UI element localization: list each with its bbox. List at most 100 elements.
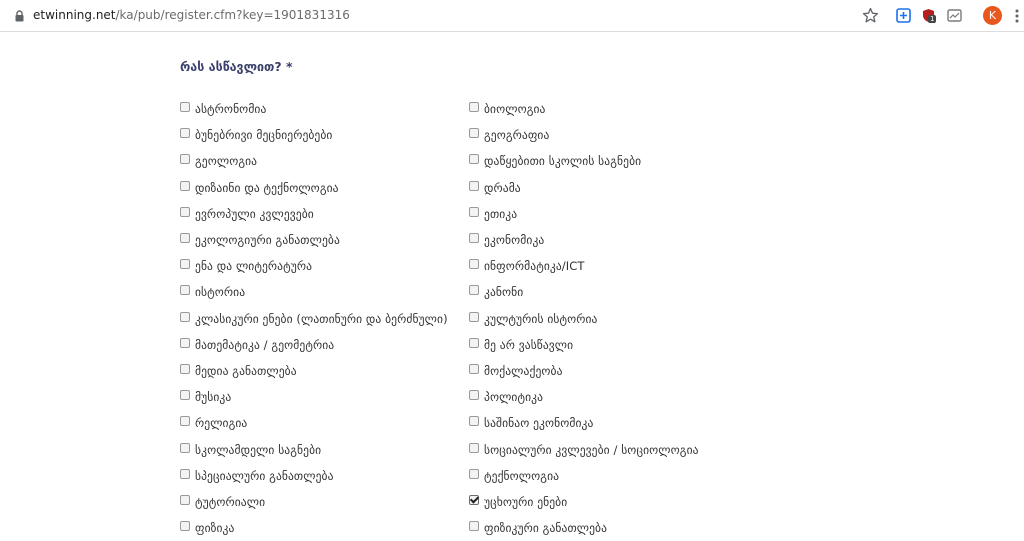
subject-option[interactable]: ტექნოლოგია [469, 463, 699, 489]
kebab-menu-icon[interactable] [1015, 9, 1019, 23]
subject-checkbox[interactable] [469, 285, 479, 296]
subject-label: მოქალაქეობა [484, 363, 563, 378]
subject-checkbox[interactable] [180, 337, 190, 348]
subject-option[interactable]: მედია განათლება [180, 358, 448, 384]
subject-checkbox[interactable] [469, 494, 479, 505]
subject-option[interactable]: დაწყებითი სკოლის საგნები [469, 148, 699, 174]
subject-checkbox[interactable] [469, 442, 479, 453]
subject-checkbox[interactable] [180, 206, 190, 217]
options-column-left: ასტრონომია ბუნებრივი მეცნიერებები გეოლოგია… [180, 96, 448, 541]
subject-checkbox[interactable] [469, 311, 479, 322]
subject-option[interactable]: ტუტორიალი [180, 489, 448, 515]
subject-label: ბიოლოგია [484, 102, 546, 117]
subject-option[interactable]: ენა და ლიტერატურა [180, 253, 448, 279]
subject-option[interactable]: ეკონომიკა [469, 227, 699, 253]
subject-option[interactable]: გეოლოგია [180, 148, 448, 174]
subject-checkbox[interactable] [469, 180, 479, 191]
subject-option[interactable]: ბიოლოგია [469, 96, 699, 122]
extension-badge: 1 [928, 15, 937, 23]
subject-checkbox[interactable] [180, 390, 190, 401]
subject-checkbox[interactable] [469, 337, 479, 348]
subject-checkbox[interactable] [469, 390, 479, 401]
subject-label: ფიზიკა [195, 521, 235, 536]
subject-checkbox[interactable] [180, 180, 190, 191]
subject-label: პოლიტიკა [484, 390, 544, 405]
subject-option[interactable]: ეთიკა [469, 201, 699, 227]
subject-label: მათემატიკა / გეომეტრია [195, 337, 335, 352]
subject-checkbox[interactable] [180, 259, 190, 270]
subject-checkbox[interactable] [180, 416, 190, 427]
subject-option[interactable]: კულტურის ისტორია [469, 306, 699, 332]
subject-label: ფიზიკური განათლება [484, 521, 608, 536]
options-column-right: ბიოლოგია გეოგრაფია დაწყებითი სკოლის საგნებ… [469, 96, 699, 541]
subject-option[interactable]: ფიზიკა [180, 515, 448, 541]
subject-option[interactable]: კანონი [469, 279, 699, 305]
subject-checkbox[interactable] [469, 233, 479, 244]
subject-option[interactable]: ევროპული კვლევები [180, 201, 448, 227]
subject-label: სოციალური კვლევები / სოციოლოგია [484, 442, 699, 457]
subject-checkbox[interactable] [180, 521, 190, 532]
address-bar[interactable]: etwinning.net/ka/pub/register.cfm?key=19… [33, 8, 350, 22]
subject-checkbox[interactable] [469, 102, 479, 113]
subject-label: ეთიკა [484, 206, 518, 221]
star-icon[interactable] [862, 7, 879, 24]
subject-checkbox[interactable] [469, 128, 479, 139]
subject-option[interactable]: დიზაინი და ტექნოლოგია [180, 175, 448, 201]
lock-icon[interactable] [15, 10, 24, 22]
subject-option[interactable]: მუსიკა [180, 384, 448, 410]
subject-option[interactable]: საშინაო ეკონომიკა [469, 410, 699, 436]
subject-label: ასტრონომია [195, 102, 267, 117]
subject-checkbox[interactable] [469, 521, 479, 532]
subject-checkbox[interactable] [180, 102, 190, 113]
subject-checkbox[interactable] [180, 494, 190, 505]
subject-checkbox[interactable] [469, 154, 479, 165]
subject-option[interactable]: კლასიკური ენები (ლათინური და ბერძნული) [180, 306, 448, 332]
subject-option[interactable]: მათემატიკა / გეომეტრია [180, 332, 448, 358]
subject-checkbox[interactable] [469, 416, 479, 427]
subject-option[interactable]: ფიზიკური განათლება [469, 515, 699, 541]
subject-label: საშინაო ეკონომიკა [484, 416, 594, 431]
subject-checkbox[interactable] [180, 128, 190, 139]
subject-option[interactable]: რელიგია [180, 410, 448, 436]
subject-option[interactable]: მოქალაქეობა [469, 358, 699, 384]
subject-checkbox[interactable] [469, 363, 479, 374]
extension-icon[interactable] [896, 8, 911, 23]
subject-option[interactable]: დრამა [469, 175, 699, 201]
subject-checkbox[interactable] [180, 442, 190, 453]
subject-checkbox[interactable] [180, 233, 190, 244]
subject-option[interactable]: უცხოური ენები [469, 489, 699, 515]
subject-checkbox[interactable] [180, 154, 190, 165]
screenshot-extension-icon[interactable] [947, 8, 962, 23]
subject-label: კულტურის ისტორია [484, 311, 598, 326]
subject-label: კლასიკური ენები (ლათინური და ბერძნული) [195, 311, 448, 326]
subject-option[interactable]: ინფორმატიკა/ICT [469, 253, 699, 279]
avatar[interactable]: K [983, 6, 1002, 25]
subject-option[interactable]: ბუნებრივი მეცნიერებები [180, 122, 448, 148]
subject-option[interactable]: გეოგრაფია [469, 122, 699, 148]
subject-label: დრამა [484, 180, 521, 195]
subject-option[interactable]: სოციალური კვლევები / სოციოლოგია [469, 436, 699, 462]
subject-option[interactable]: მე არ ვასწავლი [469, 332, 699, 358]
subject-label: გეოგრაფია [484, 128, 550, 143]
subject-label: გეოლოგია [195, 154, 258, 169]
subject-label: მე არ ვასწავლი [484, 337, 574, 352]
shield-extension-icon[interactable]: 1 [921, 8, 937, 23]
subject-label: სპეციალური განათლება [195, 468, 334, 483]
subject-option[interactable]: ისტორია [180, 279, 448, 305]
subject-option[interactable]: პოლიტიკა [469, 384, 699, 410]
subject-option[interactable]: სკოლამდელი საგნები [180, 436, 448, 462]
url-path: /ka/pub/register.cfm?key=1901831316 [115, 8, 350, 22]
question-heading: რას ასწავლით? * [180, 59, 293, 74]
subject-checkbox[interactable] [180, 468, 190, 479]
subject-checkbox[interactable] [180, 363, 190, 374]
subject-checkbox[interactable] [180, 311, 190, 322]
subject-option[interactable]: სპეციალური განათლება [180, 463, 448, 489]
subject-label: კანონი [484, 285, 524, 300]
subject-checkbox[interactable] [469, 468, 479, 479]
subject-label: სკოლამდელი საგნები [195, 442, 322, 457]
subject-option[interactable]: ასტრონომია [180, 96, 448, 122]
subject-checkbox[interactable] [180, 285, 190, 296]
subject-option[interactable]: ეკოლოგიური განათლება [180, 227, 448, 253]
subject-checkbox[interactable] [469, 206, 479, 217]
subject-checkbox[interactable] [469, 259, 479, 270]
